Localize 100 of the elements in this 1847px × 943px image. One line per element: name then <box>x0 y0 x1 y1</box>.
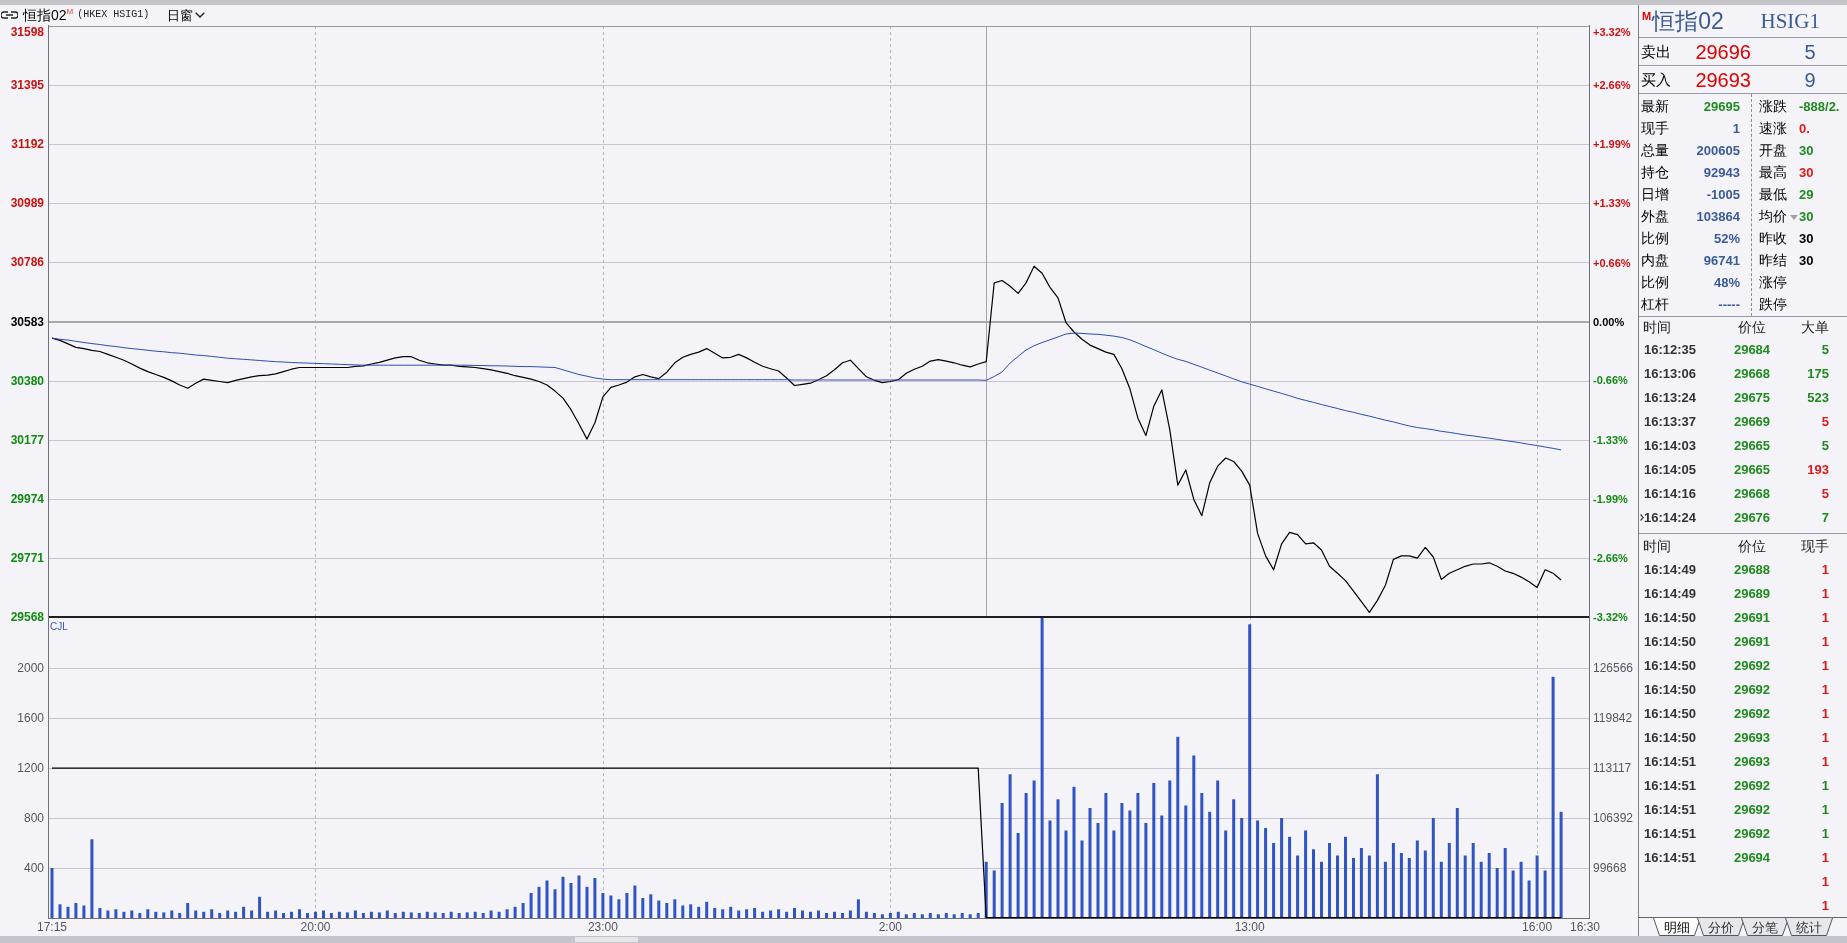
trade-volume: 193 <box>1807 462 1829 476</box>
tab[interactable]: 明细 <box>1653 918 1701 936</box>
trade-time: 16:14:50 <box>1644 634 1697 648</box>
trade-time: 16:14:16 <box>1644 486 1697 500</box>
trade-time: 16:13:06 <box>1644 366 1697 380</box>
stat-label: 日增 <box>1640 187 1669 201</box>
column-header: 时间 <box>1642 320 1672 334</box>
price-axis-label: 30380 <box>10 373 44 388</box>
price-axis-label: 29568 <box>10 610 44 624</box>
stat-value: 30 <box>1799 143 1814 157</box>
trade-price: 29692 <box>1733 802 1771 816</box>
trade-price: 29691 <box>1733 634 1771 648</box>
trade-volume: 1 <box>1821 874 1829 888</box>
change-percent-label: -1.33% <box>1593 433 1628 446</box>
stat-value: 52% <box>1713 231 1741 245</box>
trade-time: 16:14:51 <box>1644 754 1697 768</box>
trade-volume: 1 <box>1821 826 1829 840</box>
stat-label: 速涨 <box>1759 121 1787 135</box>
change-percent-label: +1.99% <box>1593 138 1631 151</box>
trade-price: 29684 <box>1733 342 1771 356</box>
volume-axis-label: 800 <box>23 811 44 825</box>
link-icon[interactable] <box>1 11 18 19</box>
open-interest-axis-label: 99668 <box>1593 861 1627 875</box>
trade-volume: 1 <box>1821 634 1829 648</box>
column-header: 大单 <box>1800 320 1829 334</box>
quote-code: HSIG1 <box>1760 10 1820 32</box>
trade-volume: 7 <box>1821 510 1829 524</box>
stat-label: 最低 <box>1759 187 1787 201</box>
ask-volume: 5 <box>1803 41 1817 62</box>
trade-time: 16:14:50 <box>1644 730 1697 744</box>
time-axis-label: 17:15 <box>37 920 67 934</box>
trade-price: 29692 <box>1733 778 1771 792</box>
tab[interactable]: 分笔 <box>1741 918 1789 936</box>
trade-volume: 1 <box>1821 730 1829 744</box>
price-axis-label: 31395 <box>10 78 44 93</box>
ask-price: 29696 <box>1694 41 1751 62</box>
change-percent-label: +0.66% <box>1593 256 1631 269</box>
bid-volume: 9 <box>1803 69 1817 90</box>
stat-value: 30 <box>1799 165 1814 179</box>
stat-label: 涨跌 <box>1759 99 1787 113</box>
stat-label: 持仓 <box>1640 165 1669 179</box>
trade-volume: 5 <box>1821 414 1829 428</box>
stat-value: 29 <box>1799 187 1814 201</box>
trade-time: 16:13:24 <box>1644 390 1697 404</box>
stat-label: 最高 <box>1759 165 1787 179</box>
trade-price: 29665 <box>1733 438 1771 452</box>
change-percent-label: 0.00% <box>1593 315 1625 328</box>
trade-price: 29693 <box>1733 754 1771 768</box>
change-percent-label: +2.66% <box>1593 78 1631 91</box>
time-axis-label: 2:00 <box>878 920 903 934</box>
tab[interactable]: 统计 <box>1785 918 1833 936</box>
trade-time: 16:14:05 <box>1644 462 1697 476</box>
trade-price: 29689 <box>1733 586 1771 600</box>
column-header: 价位 <box>1737 538 1767 553</box>
trade-volume: 1 <box>1821 562 1829 576</box>
indicator-label: CJL <box>50 621 68 632</box>
trade-price: 29692 <box>1733 706 1771 720</box>
trade-price: 29665 <box>1733 462 1771 476</box>
price-axis-label: 30786 <box>10 255 44 270</box>
column-header: 价位 <box>1737 320 1767 334</box>
period-dropdown[interactable]: 日窗 <box>167 8 206 22</box>
column-header: 现手 <box>1800 538 1829 553</box>
scrollbar-thumb[interactable] <box>575 937 638 942</box>
trade-volume: 1 <box>1821 802 1829 816</box>
open-interest-axis-label: 119842 <box>1593 711 1633 725</box>
stat-label: 均价 <box>1759 209 1787 223</box>
stat-value: 103864 <box>1696 209 1741 223</box>
trade-price: 29693 <box>1733 730 1771 744</box>
price-axis-label: 30989 <box>10 196 44 211</box>
time-axis-label: 23:00 <box>587 920 618 934</box>
trade-time: 16:14:51 <box>1644 850 1697 864</box>
time-axis-label: 16:00 <box>1522 920 1553 934</box>
dropdown-caret-icon[interactable] <box>1790 215 1798 220</box>
chevron-down-icon <box>195 12 206 18</box>
trade-price: 29692 <box>1733 658 1771 672</box>
price-axis-label: 30583 <box>10 314 44 329</box>
stat-value: 30 <box>1799 253 1814 267</box>
price-axis-label: 29974 <box>10 491 44 506</box>
instrument-name: 恒指02 <box>23 8 67 22</box>
tab[interactable]: 分价 <box>1697 918 1745 936</box>
stat-label: 跌停 <box>1759 297 1787 311</box>
stat-value: 92943 <box>1703 165 1741 179</box>
trade-time: 16:14:50 <box>1644 658 1697 672</box>
volume-axis-label: 1200 <box>17 761 44 775</box>
trade-price: 29669 <box>1733 414 1771 428</box>
price-axis-label: 30177 <box>10 432 44 447</box>
trade-volume: 5 <box>1821 342 1829 356</box>
trade-time: 16:14:51 <box>1644 802 1697 816</box>
stat-value: ----- <box>1718 297 1741 311</box>
trade-volume: 1 <box>1821 850 1829 864</box>
trade-volume: 1 <box>1821 898 1829 912</box>
stat-label: 开盘 <box>1759 143 1787 157</box>
trade-time: 16:14:50 <box>1644 682 1697 696</box>
stat-value: 30 <box>1799 209 1814 223</box>
trade-volume: 1 <box>1821 754 1829 768</box>
change-percent-label: +1.33% <box>1593 197 1631 210</box>
column-header: 时间 <box>1642 538 1672 553</box>
trade-time: 16:14:49 <box>1644 586 1697 600</box>
trade-volume: 1 <box>1821 610 1829 624</box>
time-axis-label: 13:00 <box>1234 920 1265 934</box>
